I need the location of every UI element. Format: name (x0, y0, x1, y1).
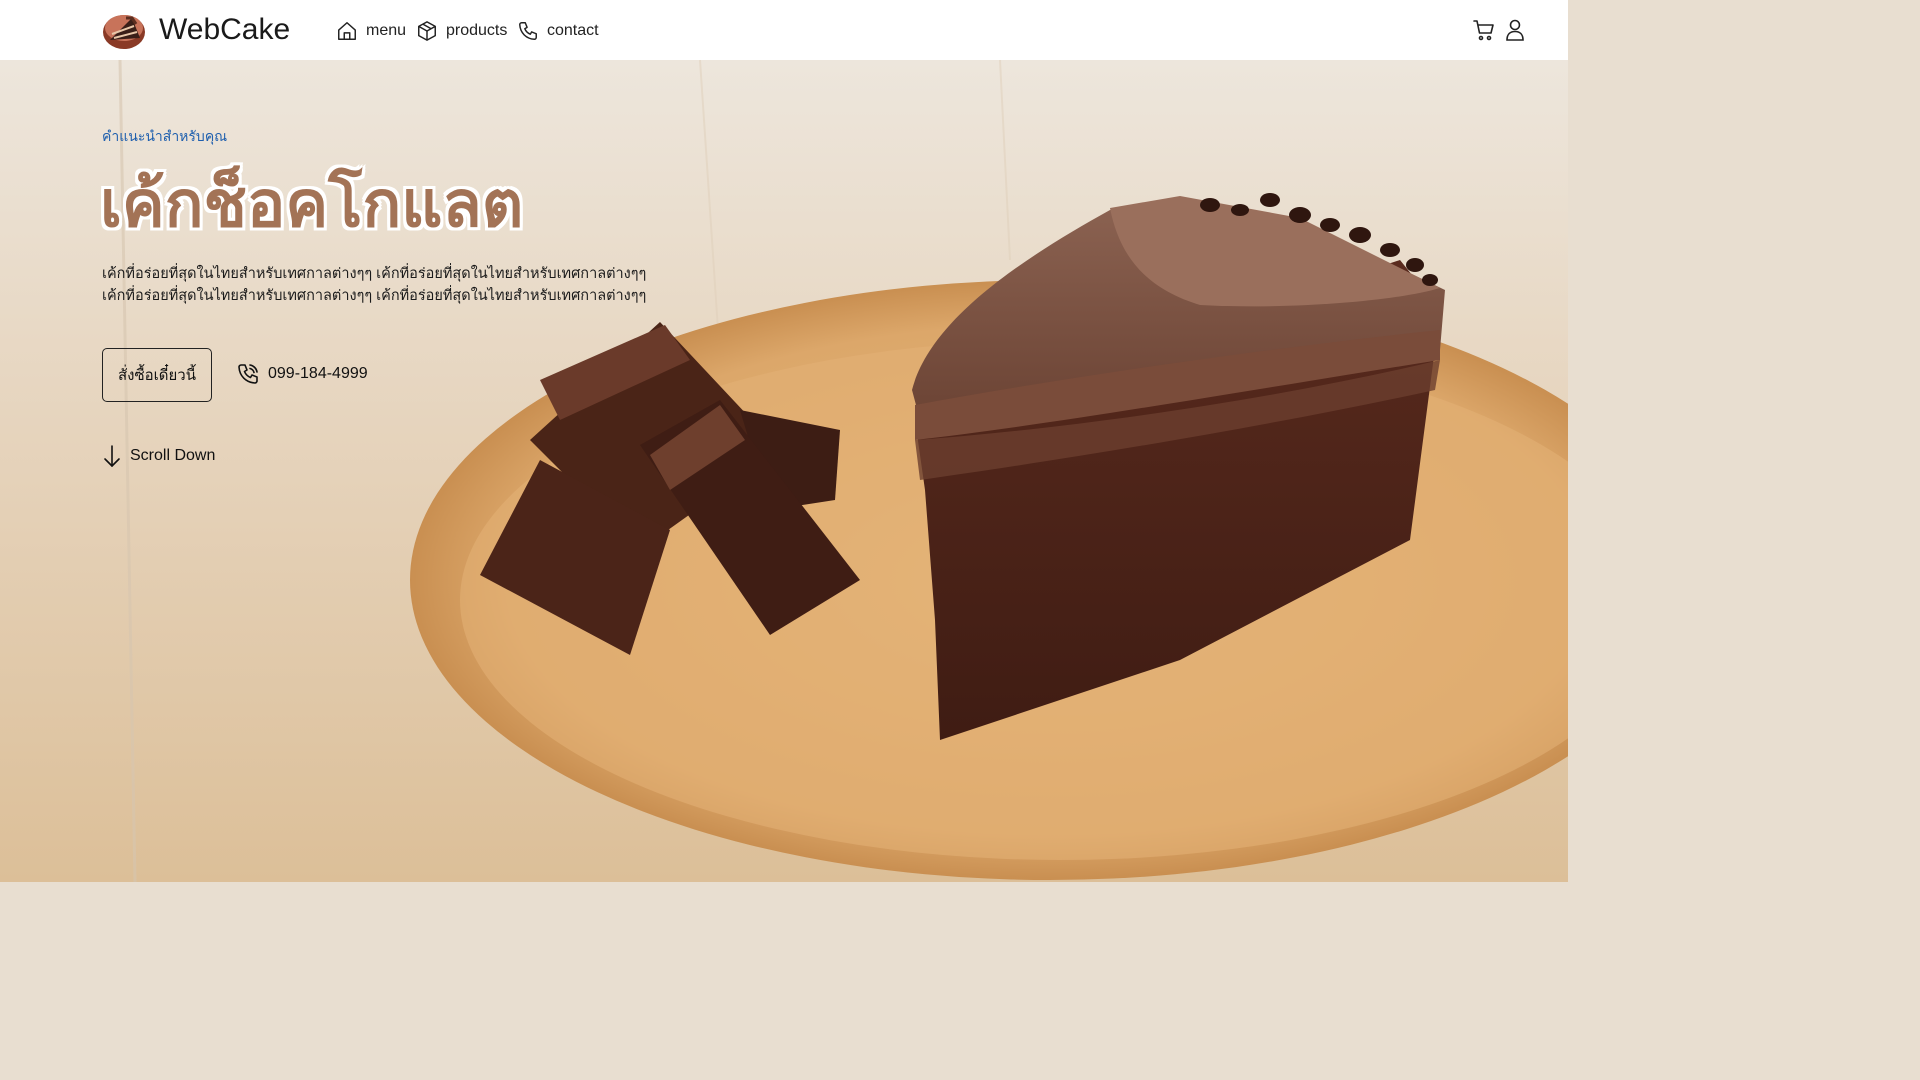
nav-products[interactable]: products (416, 18, 507, 44)
cart-icon[interactable] (1472, 18, 1496, 42)
nav-menu-label: menu (366, 22, 407, 39)
home-icon (338, 22, 356, 40)
brand-name[interactable]: WebCake (159, 12, 290, 48)
nav-contact-label: contact (547, 22, 599, 39)
scroll-down-link[interactable]: Scroll Down (102, 444, 215, 468)
arrow-down-icon (104, 445, 120, 467)
cake-logo-icon[interactable] (102, 10, 146, 50)
hero-description-line-1: เค้กที่อร่อยที่สุดในไทยสำหรับเทศกาลต่างๆ… (102, 266, 647, 282)
hero-description: เค้กที่อร่อยที่สุดในไทยสำหรับเทศกาลต่างๆ… (102, 263, 662, 307)
site-header: WebCake menu products contact (0, 0, 1568, 60)
hero-section: คำแนะนำสำหรับคุณ เค้กช็อคโกแลต เค้กที่อร… (0, 60, 1568, 882)
scroll-down-label: Scroll Down (130, 447, 216, 464)
box-icon (418, 21, 436, 41)
nav-menu[interactable]: menu (336, 18, 406, 44)
phone-icon (519, 22, 537, 40)
nav-contact[interactable]: contact (517, 18, 599, 44)
hero-title: เค้กช็อคโกแลต (100, 168, 524, 240)
hero-description-line-2: เค้กที่อร่อยที่สุดในไทยสำหรับเทศกาลต่างๆ… (102, 288, 647, 304)
user-icon[interactable] (1505, 18, 1525, 42)
phone-call-icon (238, 364, 258, 384)
hero-tagline: คำแนะนำสำหรับคุณ (102, 128, 228, 144)
nav-products-label: products (446, 22, 508, 39)
hero-phone-number: 099-184-4999 (268, 365, 368, 382)
hero-phone[interactable]: 099-184-4999 (236, 362, 368, 386)
order-now-button[interactable]: สั่งซื้อเดี๋ยวนี้ (102, 348, 212, 402)
